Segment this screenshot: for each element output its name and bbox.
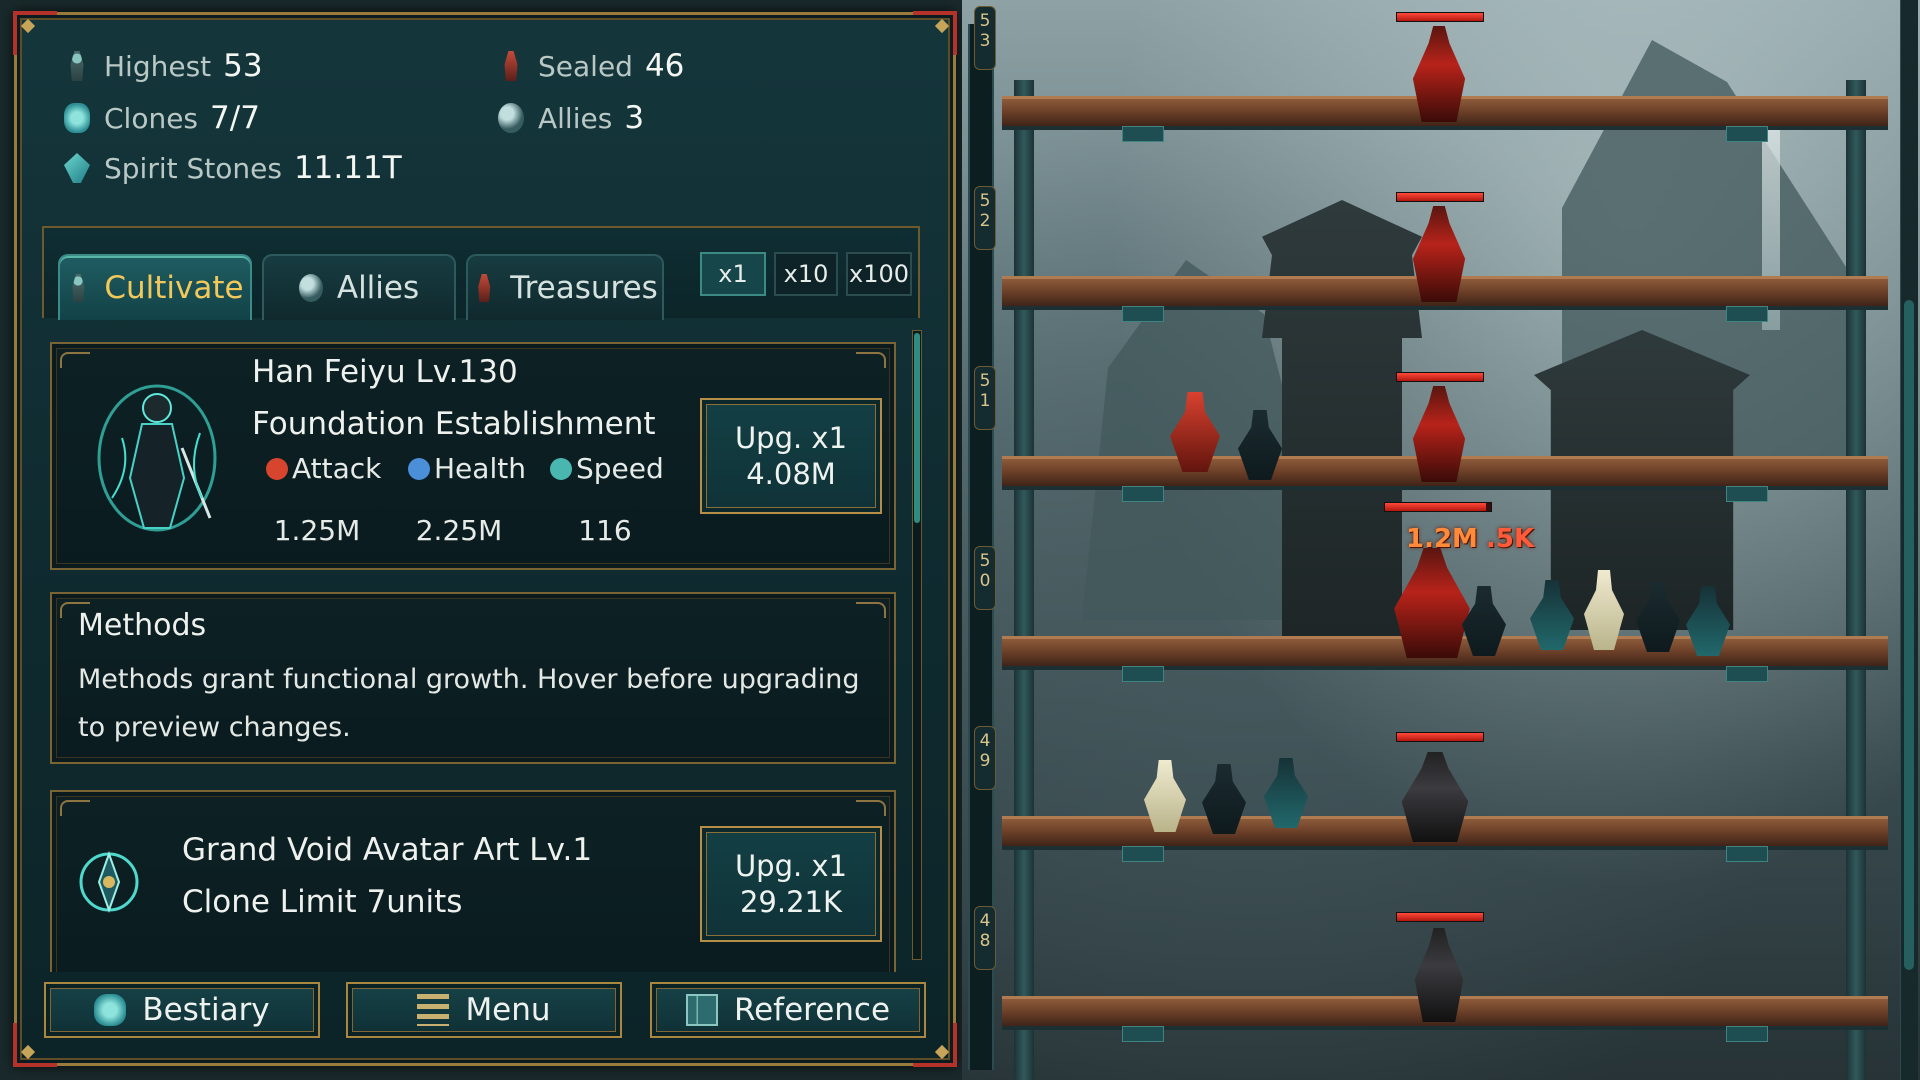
floor-label[interactable]: 52: [974, 186, 996, 250]
stat-value: 3: [624, 100, 645, 136]
stat-spirit-stones: Spirit Stones 11.11T: [64, 148, 402, 188]
button-label: Menu: [465, 992, 551, 1028]
multiplier-x10-button[interactable]: x10: [774, 252, 838, 296]
tab-bar: Cultivate Allies Treasures x1 x10 x100: [42, 226, 920, 320]
cultivate-icon: [72, 274, 85, 302]
art-name: Grand Void Avatar Art Lv.1: [182, 832, 593, 868]
multiplier-label: x1: [718, 260, 748, 288]
floor-label[interactable]: 53: [974, 6, 996, 70]
art-upgrade-button[interactable]: Upg. x1 29.21K: [700, 826, 882, 942]
upgrade-cost: 29.21K: [739, 885, 843, 919]
floor-label[interactable]: 48: [974, 906, 996, 970]
clones-icon: [64, 103, 90, 133]
tab-treasures[interactable]: Treasures: [466, 254, 664, 320]
treasures-icon: [478, 274, 491, 302]
multiplier-label: x100: [848, 260, 909, 288]
battle-tower-scene: 53 52 51 50 49 48 1.2M .5K: [962, 0, 1920, 1080]
void-avatar-art-icon: [79, 851, 139, 913]
floor-label[interactable]: 51: [974, 366, 996, 430]
damage-number: 1.2M: [1406, 524, 1478, 554]
attr-label: Attack: [292, 452, 382, 485]
stat-sealed: Sealed 46: [498, 46, 684, 86]
attack-icon: [266, 457, 288, 480]
bestiary-button[interactable]: Bestiary: [44, 982, 320, 1038]
health-value: 2.25M: [415, 514, 503, 547]
upgrade-cost: 4.08M: [746, 457, 836, 491]
scene-scrollbar[interactable]: [1900, 0, 1918, 1080]
allies-icon: [498, 103, 524, 133]
floor-label[interactable]: 49: [974, 726, 996, 790]
speed-icon: [550, 457, 572, 480]
enemy-health-bar: [1396, 912, 1484, 922]
stat-value: 7/7: [210, 100, 260, 136]
enemy-health-bar: [1384, 502, 1492, 512]
art-card: Grand Void Avatar Art Lv.1 Clone Limit 7…: [50, 790, 896, 972]
stat-label: Spirit Stones: [104, 151, 282, 185]
damage-number: .5K: [1486, 524, 1535, 554]
enemy-health-bar: [1396, 12, 1484, 22]
stat-label: Allies: [538, 101, 613, 135]
methods-card: Methods Methods grant functional growth.…: [50, 592, 896, 764]
stat-allies: Allies 3: [498, 98, 644, 138]
attack-value: 1.25M: [273, 514, 361, 547]
upgrade-label: Upg. x1: [734, 421, 848, 455]
hero-card: Han Feiyu Lv.130 Foundation Establishmen…: [50, 342, 896, 570]
attr-speed: Speed: [550, 452, 664, 485]
enemy-health-bar: [1396, 192, 1484, 202]
hero-portrait: [97, 384, 217, 532]
enemy-health-bar: [1396, 732, 1484, 742]
upgrade-label: Upg. x1: [734, 849, 848, 883]
enemy-health-bar: [1396, 372, 1484, 382]
panel-corner-ornament: [913, 11, 957, 55]
scroll-thumb[interactable]: [914, 333, 920, 523]
tab-allies[interactable]: Allies: [262, 254, 456, 320]
tab-cultivate[interactable]: Cultivate: [58, 254, 252, 320]
stat-value: 46: [644, 48, 685, 84]
methods-description: Methods grant functional growth. Hover b…: [78, 664, 860, 743]
speed-value: 116: [578, 514, 632, 547]
hero-name: Han Feiyu Lv.130: [252, 354, 518, 390]
scroll-thumb[interactable]: [1904, 300, 1914, 970]
multiplier-label: x10: [783, 260, 829, 288]
reference-icon: [685, 994, 718, 1026]
art-description: Clone Limit 7units: [182, 884, 463, 920]
tower-pillar: [1846, 80, 1866, 1080]
cultivate-content[interactable]: Han Feiyu Lv.130 Foundation Establishmen…: [42, 318, 920, 972]
stat-highest: Highest 53: [64, 46, 263, 86]
attr-label: Speed: [576, 452, 664, 485]
panel-corner-ornament: [13, 11, 57, 55]
button-label: Bestiary: [142, 992, 270, 1028]
methods-title: Methods: [78, 608, 207, 643]
hero-upgrade-button[interactable]: Upg. x1 4.08M: [700, 398, 882, 514]
floor-rail: 53 52 51 50 49 48: [968, 6, 996, 1070]
menu-button[interactable]: Menu: [346, 982, 622, 1038]
stat-label: Clones: [104, 101, 199, 135]
stat-label: Highest: [104, 49, 212, 83]
allies-icon: [298, 274, 323, 302]
spirit-stone-icon: [64, 153, 90, 183]
sealed-icon: [504, 51, 518, 81]
stat-clones: Clones 7/7: [64, 98, 260, 138]
button-label: Reference: [733, 992, 891, 1028]
multiplier-x1-button[interactable]: x1: [700, 252, 766, 296]
stat-label: Sealed: [538, 49, 633, 83]
menu-icon: [417, 994, 450, 1026]
attr-health: Health: [408, 452, 526, 485]
hero-realm: Foundation Establishment: [252, 406, 656, 442]
tab-label: Treasures: [510, 270, 658, 306]
stat-value: 11.11T: [293, 150, 402, 186]
stat-value: 53: [223, 48, 263, 84]
floor-label[interactable]: 50: [974, 546, 996, 610]
reference-button[interactable]: Reference: [650, 982, 926, 1038]
bestiary-icon: [94, 994, 127, 1026]
multiplier-x100-button[interactable]: x100: [846, 252, 912, 296]
tab-label: Allies: [336, 270, 420, 306]
health-icon: [408, 457, 430, 480]
content-scrollbar[interactable]: [912, 330, 922, 960]
attr-label: Health: [434, 452, 526, 485]
tab-label: Cultivate: [104, 270, 244, 306]
highest-icon: [70, 51, 84, 81]
attr-attack: Attack: [266, 452, 381, 485]
tower-pillar: [1014, 80, 1034, 1080]
